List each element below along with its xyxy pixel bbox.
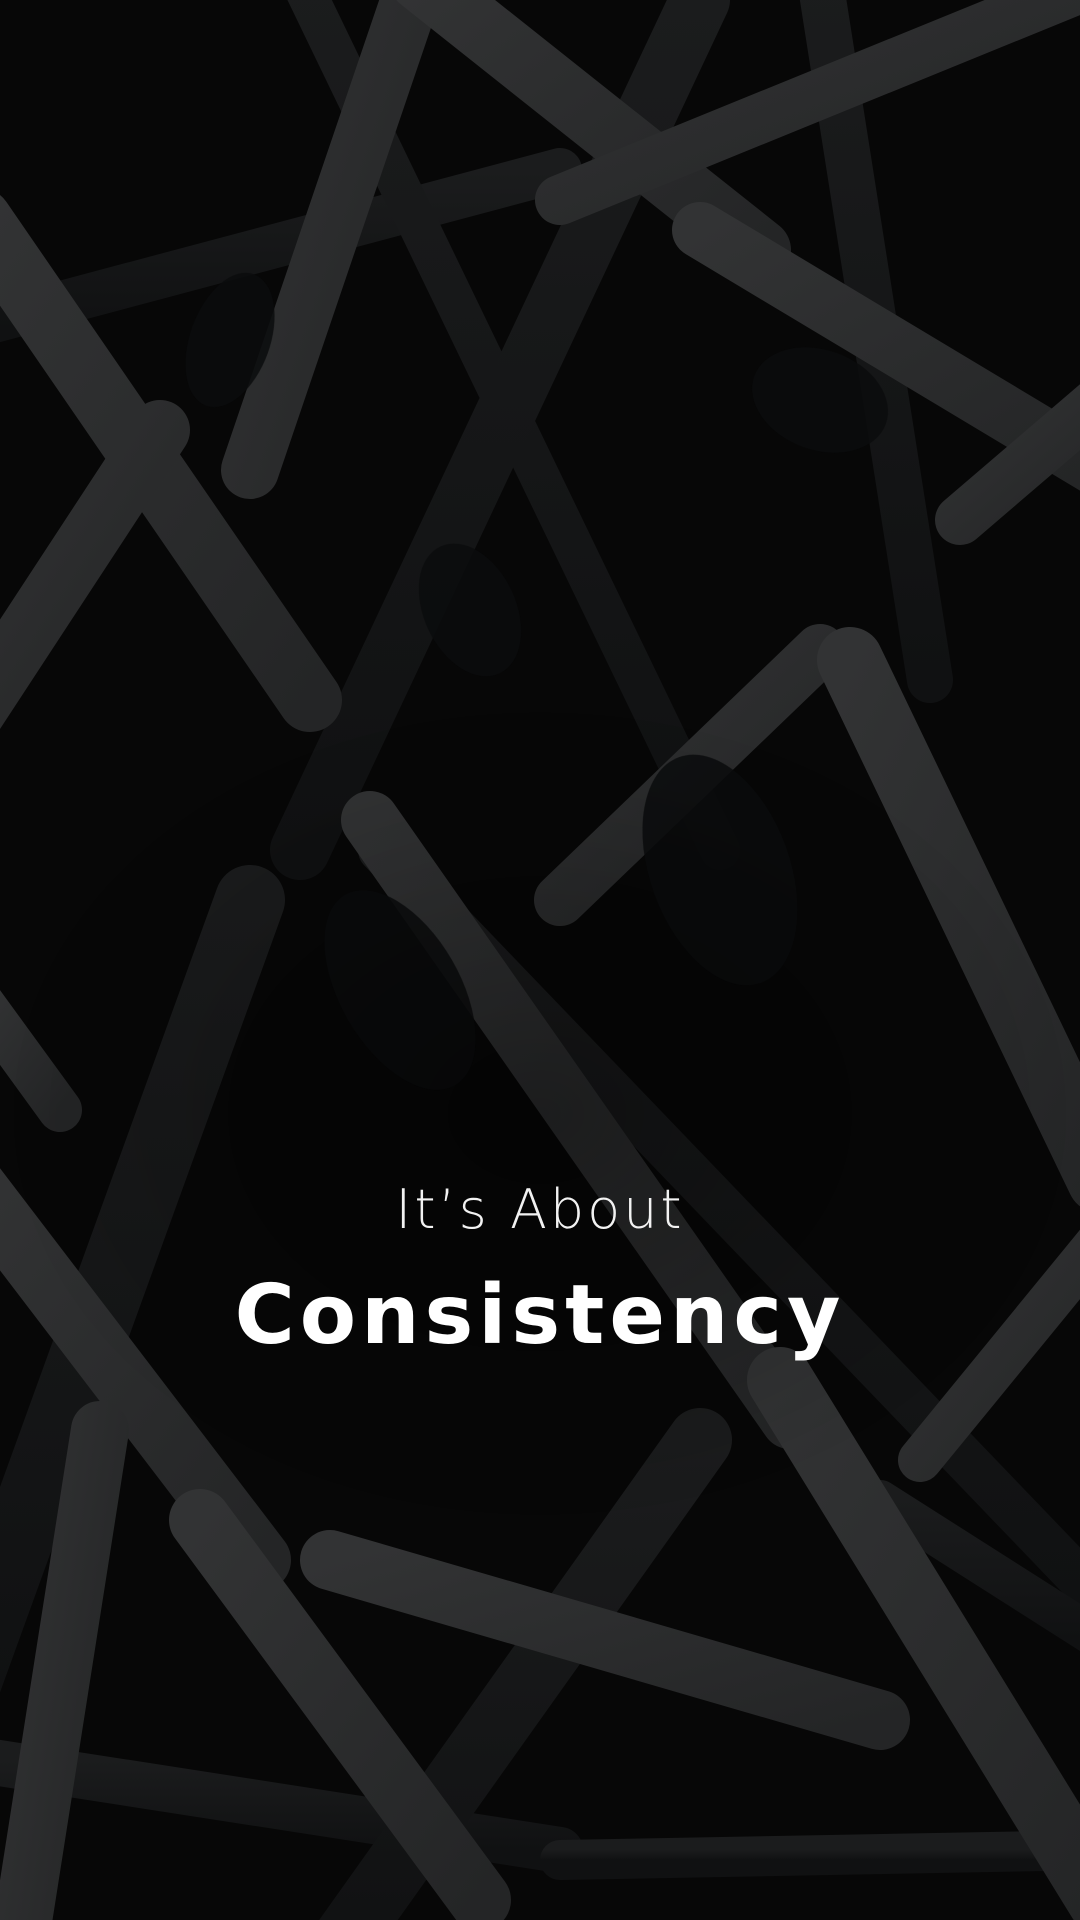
abstract-lattice-background [0, 0, 1080, 1920]
headline-line-1: It’s About [395, 1178, 685, 1241]
wallpaper-screen: It’s About Consistency [0, 0, 1080, 1920]
headline-line-2: Consistency [234, 1268, 846, 1363]
